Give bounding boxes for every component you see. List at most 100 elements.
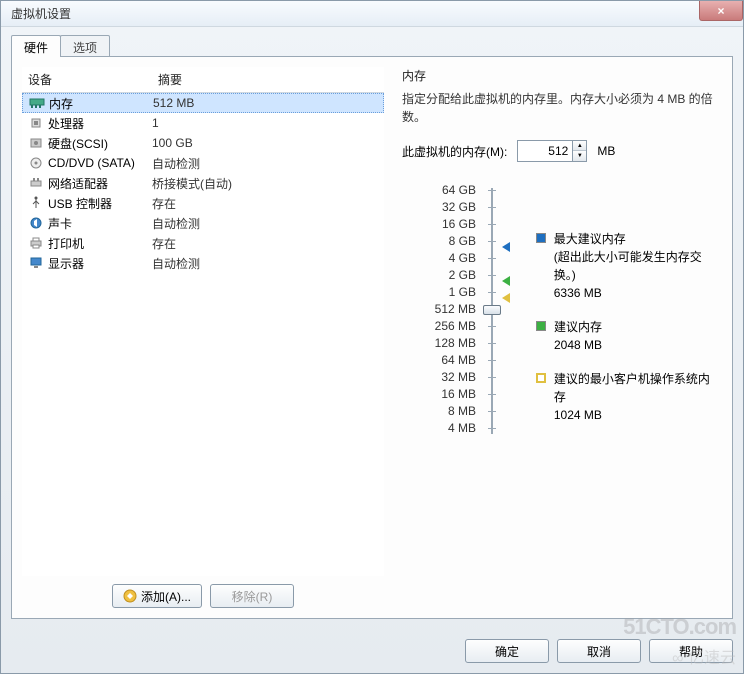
panel: 设备 摘要 内存512 MB处理器1硬盘(SCSI)100 GBCD/DVD (… [11, 56, 733, 619]
legend-min-title: 建议的最小客户机操作系统内存 [554, 370, 718, 406]
scale-ticks: 64 GB32 GB16 GB8 GB4 GB2 GB1 GB512 MB256… [422, 182, 482, 440]
device-summary: 存在 [152, 195, 176, 212]
ok-button[interactable]: 确定 [465, 639, 549, 663]
sound-icon [28, 216, 44, 230]
tick-mark [488, 258, 496, 259]
window-title: 虚拟机设置 [5, 5, 71, 22]
device-name: CD/DVD (SATA) [48, 156, 135, 170]
tab-options-label: 选项 [73, 41, 97, 55]
legend-max-note: (超出此大小可能发生内存交换。) [554, 248, 718, 284]
legend-max: 最大建议内存 (超出此大小可能发生内存交换。) 6336 MB [536, 230, 718, 302]
device-name: 网络适配器 [48, 175, 108, 192]
memory-spinner[interactable]: ▲▼ [517, 140, 587, 162]
table-row[interactable]: 处理器1 [22, 113, 384, 133]
device-summary: 自动检测 [152, 155, 200, 172]
table-row[interactable]: 内存512 MB [22, 93, 384, 113]
list-header: 设备 摘要 [22, 67, 384, 93]
device-summary: 存在 [152, 235, 176, 252]
marker-rec-icon [502, 276, 510, 286]
memory-input-row: 此虚拟机的内存(M): ▲▼ MB [402, 140, 718, 162]
device-name: 硬盘(SCSI) [48, 135, 108, 152]
add-button-label: 添加(A)... [141, 588, 191, 605]
device-summary: 自动检测 [152, 255, 200, 272]
tick-label: 64 GB [422, 182, 476, 199]
add-button[interactable]: 添加(A)... [112, 584, 202, 608]
disk-icon [28, 136, 44, 150]
tick-mark [488, 292, 496, 293]
device-list[interactable]: 内存512 MB处理器1硬盘(SCSI)100 GB CD/DVD (SATA) 自… [22, 93, 384, 576]
table-row[interactable]: 硬盘(SCSI)100 GB [22, 133, 384, 153]
device-list-pane: 设备 摘要 内存512 MB处理器1硬盘(SCSI)100 GBCD/DVD (… [22, 67, 384, 608]
remove-button[interactable]: 移除(R) [210, 584, 294, 608]
tab-hardware[interactable]: 硬件 [11, 35, 61, 57]
legend-max-title: 最大建议内存 [554, 230, 718, 248]
shield-icon [123, 589, 137, 603]
scale-markers [502, 182, 526, 440]
device-name: 声卡 [48, 215, 72, 232]
legend-min: 建议的最小客户机操作系统内存 1024 MB [536, 370, 718, 424]
help-button[interactable]: 帮助 [649, 639, 733, 663]
remove-button-label: 移除(R) [232, 588, 273, 605]
close-icon: × [717, 4, 724, 18]
square-blue-icon [536, 233, 546, 243]
marker-min-icon [502, 293, 510, 303]
table-row[interactable]: USB 控制器 存在 [22, 193, 384, 213]
tick-mark [488, 394, 496, 395]
titlebar: 虚拟机设置 × [1, 1, 743, 27]
list-buttons: 添加(A)... 移除(R) [22, 576, 384, 608]
tick-label: 128 MB [422, 335, 476, 352]
table-row[interactable]: 显示器 自动检测 [22, 253, 384, 273]
tick-label: 4 MB [422, 420, 476, 437]
tick-label: 512 MB [422, 301, 476, 318]
dialog-footer: 确定 取消 帮助 [1, 629, 743, 673]
marker-max-icon [502, 242, 510, 252]
tick-label: 64 MB [422, 352, 476, 369]
table-row[interactable]: 打印机存在 [22, 233, 384, 253]
close-button[interactable]: × [699, 1, 743, 21]
tick-mark [488, 411, 496, 412]
device-name: USB 控制器 [48, 195, 112, 212]
tick-label: 16 MB [422, 386, 476, 403]
device-name: 内存 [49, 95, 73, 112]
tick-mark [488, 360, 496, 361]
col-device: 设备 [28, 71, 158, 88]
legend-rec-val: 2048 MB [554, 336, 602, 354]
content-area: 硬件 选项 设备 摘要 内存512 MB处理器1硬盘(SCSI)100 GBCD… [1, 27, 743, 629]
usb-icon [28, 196, 44, 210]
device-summary: 桥接模式(自动) [152, 175, 232, 192]
tick-mark [488, 207, 496, 208]
slider-thumb[interactable] [483, 305, 501, 315]
cpu-icon [28, 116, 44, 130]
cancel-button[interactable]: 取消 [557, 639, 641, 663]
memory-input[interactable] [518, 142, 572, 160]
net-icon [28, 176, 44, 190]
device-name: 显示器 [48, 255, 84, 272]
chevron-down-icon[interactable]: ▼ [573, 151, 586, 161]
legend-max-val: 6336 MB [554, 284, 718, 302]
table-row[interactable]: CD/DVD (SATA) 自动检测 [22, 153, 384, 173]
slider-track[interactable] [482, 182, 502, 440]
table-row[interactable]: 网络适配器 桥接模式(自动) [22, 173, 384, 193]
legend-rec: 建议内存 2048 MB [536, 318, 718, 354]
spinner-arrows[interactable]: ▲▼ [572, 141, 586, 161]
tab-options[interactable]: 选项 [60, 35, 110, 57]
legend: 最大建议内存 (超出此大小可能发生内存交换。) 6336 MB 建议内存 204… [526, 182, 718, 440]
memory-unit: MB [597, 144, 615, 158]
display-icon [28, 256, 44, 270]
cancel-button-label: 取消 [587, 643, 611, 660]
tick-label: 8 GB [422, 233, 476, 250]
tick-label: 16 GB [422, 216, 476, 233]
cd-icon [28, 156, 44, 170]
chevron-up-icon[interactable]: ▲ [573, 141, 586, 151]
square-green-icon [536, 321, 546, 331]
table-row[interactable]: 声卡自动检测 [22, 213, 384, 233]
tick-mark [488, 275, 496, 276]
tab-hardware-label: 硬件 [24, 41, 48, 55]
tab-strip: 硬件 选项 [11, 35, 733, 57]
device-summary: 1 [152, 116, 159, 130]
tick-mark [488, 190, 496, 191]
memory-icon [29, 96, 45, 110]
section-title: 内存 [402, 67, 718, 84]
detail-pane: 内存 指定分配给此虚拟机的内存里。内存大小必须为 4 MB 的倍数。 此虚拟机的… [398, 67, 722, 608]
ok-button-label: 确定 [495, 643, 519, 660]
